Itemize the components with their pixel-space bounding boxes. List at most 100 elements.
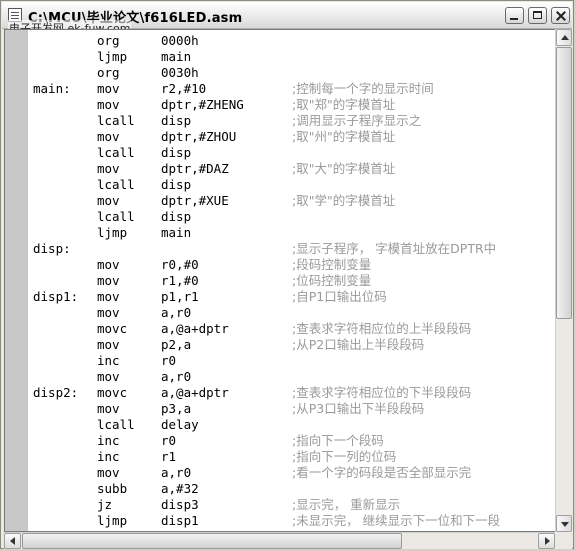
code-mnemonic: ljmp xyxy=(97,49,128,64)
code-comment: ;控制每一个字的显示时间 xyxy=(292,81,434,96)
code-mnemonic: inc xyxy=(97,449,120,464)
code-line[interactable]: inc r0 xyxy=(32,353,555,369)
code-mnemonic: mov xyxy=(97,401,120,416)
code-line[interactable]: disp1: mov p1,r1 ;自P1口输出位码 xyxy=(32,289,555,305)
scroll-right-button[interactable] xyxy=(538,533,555,549)
code-comment: ;查表求字符相应位的下半段段码 xyxy=(292,385,472,400)
code-operand: main xyxy=(161,225,192,240)
code-line[interactable]: disp: ;显示子程序， 字模首址放在DPTR中 xyxy=(32,241,555,257)
code-line[interactable]: org 0000h xyxy=(32,33,555,49)
code-operand: delay xyxy=(161,417,199,432)
code-line[interactable]: lcall delay xyxy=(32,417,555,433)
scroll-left-button[interactable] xyxy=(4,533,21,549)
code-operand: disp xyxy=(161,145,192,160)
code-operand: a,#32 xyxy=(161,481,199,496)
code-area[interactable]: org 0000h ljmp main org 0030h main: mov r2,#10 ;控… xyxy=(32,33,555,529)
code-line[interactable]: org 0030h xyxy=(32,65,555,81)
code-line[interactable]: ljmp main xyxy=(32,49,555,65)
code-line[interactable]: mov dptr,#DAZ ;取"大"的字模首址 xyxy=(32,161,555,177)
code-mnemonic: ljmp xyxy=(97,225,128,240)
code-mnemonic: mov xyxy=(97,337,120,352)
editor-gutter xyxy=(5,30,28,531)
arrow-left-icon xyxy=(10,537,15,545)
code-comment: ;取"州"的字模首址 xyxy=(292,129,396,144)
code-mnemonic: mov xyxy=(97,273,120,288)
code-operand: disp1 xyxy=(161,513,199,528)
code-comment: ;取"郑"的字模首址 xyxy=(292,97,396,112)
code-line[interactable]: mov r0,#0 ;段码控制变量 xyxy=(32,257,555,273)
code-line[interactable]: mov a,r0 xyxy=(32,305,555,321)
close-button[interactable] xyxy=(551,7,570,24)
code-line[interactable]: lcall disp xyxy=(32,177,555,193)
code-label: disp1: xyxy=(33,289,79,304)
code-line[interactable]: mov a,r0 xyxy=(32,369,555,385)
code-comment: ;取"学"的字模首址 xyxy=(292,193,396,208)
code-operand: dptr,#ZHOU xyxy=(161,129,237,144)
arrow-down-icon xyxy=(561,522,569,527)
code-comment: ;显示子程序， 字模首址放在DPTR中 xyxy=(292,241,497,256)
horizontal-scroll-thumb[interactable] xyxy=(22,533,402,549)
code-mnemonic: movc xyxy=(97,385,128,400)
code-comment: ;指向下一列的位码 xyxy=(292,449,397,464)
code-line[interactable]: disp2: movc a,@a+dptr ;查表求字符相应位的下半段段码 xyxy=(32,385,555,401)
code-operand: disp xyxy=(161,177,192,192)
code-mnemonic: mov xyxy=(97,289,120,304)
code-operand: r1 xyxy=(161,449,177,464)
code-mnemonic: ljmp xyxy=(97,513,128,528)
title-bar[interactable]: C:\MCU\毕业论文\f616LED.asm 电子开发网 ek-fuw.com xyxy=(2,2,572,36)
code-operand: dptr,#XUE xyxy=(161,193,229,208)
code-line[interactable]: inc r0 ;指向下一个段码 xyxy=(32,433,555,449)
code-line[interactable]: ljmp main xyxy=(32,225,555,241)
code-line[interactable]: mov p2,a ;从P2口输出上半段段码 xyxy=(32,337,555,353)
code-mnemonic: mov xyxy=(97,369,120,384)
vertical-scrollbar[interactable] xyxy=(555,29,572,532)
code-comment: ;调用显示子程序显示之 xyxy=(292,113,422,128)
code-operand: p1,r1 xyxy=(161,289,199,304)
code-operand: a,r0 xyxy=(161,305,192,320)
code-operand: r0 xyxy=(161,353,177,368)
code-operand: dptr,#ZHENG xyxy=(161,97,244,112)
code-comment: ;自P1口输出位码 xyxy=(292,289,387,304)
code-line[interactable]: main: mov r2,#10 ;控制每一个字的显示时间 xyxy=(32,81,555,97)
code-comment: ;查表求字符相应位的上半段段码 xyxy=(292,321,472,336)
code-operand: disp xyxy=(161,113,192,128)
code-line[interactable]: lcall disp xyxy=(32,145,555,161)
code-mnemonic: mov xyxy=(97,97,120,112)
code-mnemonic: subb xyxy=(97,481,128,496)
code-line[interactable]: lcall disp xyxy=(32,209,555,225)
code-line[interactable]: mov dptr,#ZHOU ;取"州"的字模首址 xyxy=(32,129,555,145)
code-comment: ;从P2口输出上半段段码 xyxy=(292,337,425,352)
code-line[interactable]: mov a,r0 ;看一个字的码段是否全部显示完 xyxy=(32,465,555,481)
arrow-up-icon xyxy=(561,35,569,40)
scroll-up-button[interactable] xyxy=(556,29,572,46)
maximize-button[interactable] xyxy=(528,7,547,24)
code-editor[interactable]: org 0000h ljmp main org 0030h main: mov r2,#10 ;控… xyxy=(4,29,555,532)
code-line[interactable]: inc r1 ;指向下一列的位码 xyxy=(32,449,555,465)
code-line[interactable]: lcall disp ;调用显示子程序显示之 xyxy=(32,113,555,129)
code-comment: ;位码控制变量 xyxy=(292,273,372,288)
code-comment: ;看一个字的码段是否全部显示完 xyxy=(292,465,472,480)
code-line[interactable]: mov dptr,#ZHENG ;取"郑"的字模首址 xyxy=(32,97,555,113)
code-mnemonic: lcall xyxy=(97,177,135,192)
arrow-right-icon xyxy=(545,537,550,545)
scrollbar-corner xyxy=(555,532,572,549)
code-line[interactable]: movc a,@a+dptr ;查表求字符相应位的上半段段码 xyxy=(32,321,555,337)
horizontal-scrollbar[interactable] xyxy=(4,532,555,549)
scroll-down-button[interactable] xyxy=(556,515,572,532)
minimize-button[interactable] xyxy=(505,7,524,24)
code-line[interactable]: subb a,#32 xyxy=(32,481,555,497)
code-line[interactable]: mov p3,a ;从P3口输出下半段段码 xyxy=(32,401,555,417)
code-operand: a,@a+dptr xyxy=(161,385,229,400)
code-line[interactable]: mov r1,#0 ;位码控制变量 xyxy=(32,273,555,289)
code-mnemonic: org xyxy=(97,65,120,80)
code-line[interactable]: ljmp disp1 ;未显示完， 继续显示下一位和下一段 xyxy=(32,513,555,529)
code-mnemonic: mov xyxy=(97,257,120,272)
code-comment: ;段码控制变量 xyxy=(292,257,372,272)
vertical-scroll-thumb[interactable] xyxy=(556,47,572,319)
code-line[interactable]: mov dptr,#XUE ;取"学"的字模首址 xyxy=(32,193,555,209)
code-comment: ;未显示完， 继续显示下一位和下一段 xyxy=(292,513,501,528)
code-label: main: xyxy=(33,81,71,96)
code-operand: main xyxy=(161,49,192,64)
code-line[interactable]: jz disp3 ;显示完， 重新显示 xyxy=(32,497,555,513)
code-mnemonic: inc xyxy=(97,433,120,448)
